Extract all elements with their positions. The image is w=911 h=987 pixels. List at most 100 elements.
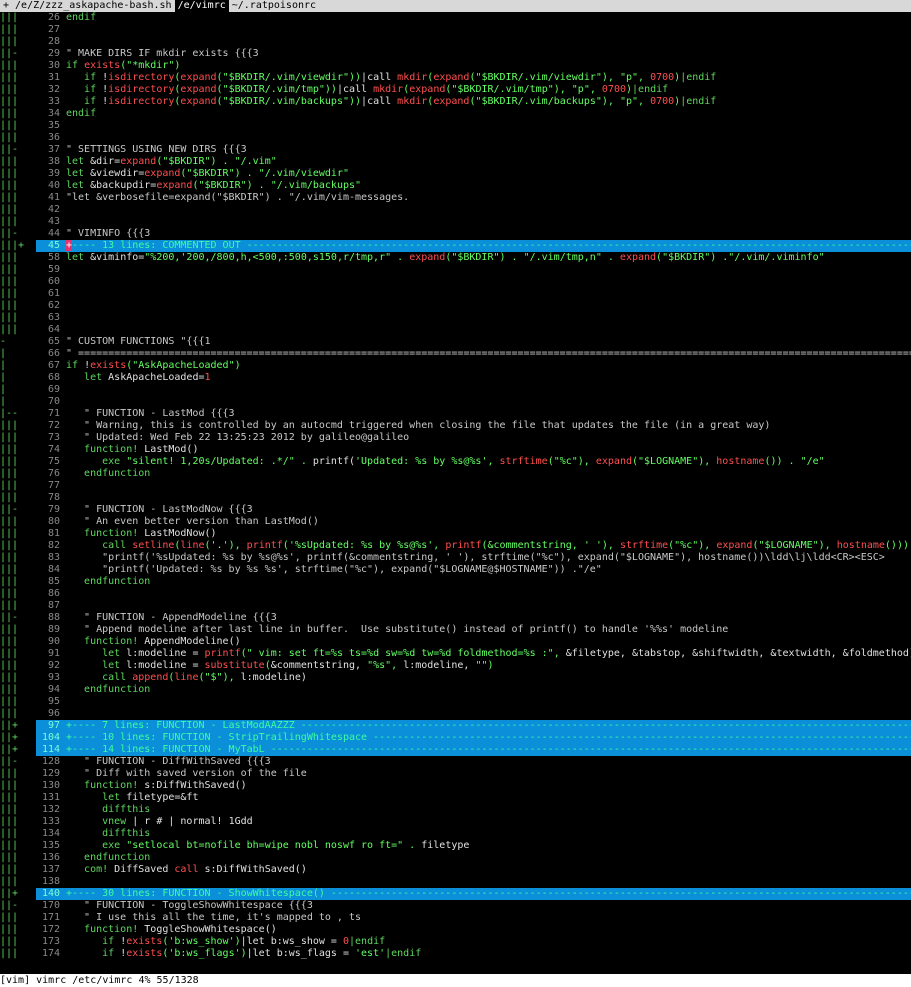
code-line[interactable]: ||| 174 if !exists('b:ws_flags')|let b:ws… — [0, 948, 911, 960]
line-text: function! AppendModeline() — [66, 636, 911, 648]
code-line[interactable]: ||| 138 — [0, 876, 911, 888]
code-line[interactable]: ||| 59 — [0, 264, 911, 276]
code-line[interactable]: ||| 28 — [0, 36, 911, 48]
code-line[interactable]: ||| 36 — [0, 132, 911, 144]
code-line[interactable]: ||| 75 exe "silent! 1,20s/Updated: .*/" .… — [0, 456, 911, 468]
code-token: call — [66, 540, 133, 551]
code-line[interactable]: ||| 135 exe "setlocal bt=nofile bh=wipe n… — [0, 840, 911, 852]
code-line[interactable]: ||- 79 " FUNCTION - LastModNow {{{3 — [0, 504, 911, 516]
code-line[interactable]: ||| 80 " An even better version than Last… — [0, 516, 911, 528]
code-line[interactable]: ||| 42 — [0, 204, 911, 216]
code-line[interactable]: ||| 40 let &backupdir=expand("$BKDIR") . "… — [0, 180, 911, 192]
code-line[interactable]: ||| 129 " Diff with saved version of the … — [0, 768, 911, 780]
code-line[interactable]: |-- 71 " FUNCTION - LastMod {{{3 — [0, 408, 911, 420]
code-line[interactable]: ||| 81 function! LastModNow() — [0, 528, 911, 540]
code-line[interactable]: ||| 133 vnew | r # | normal! 1Gdd — [0, 816, 911, 828]
fold-line[interactable]: ||+ 114 +---- 14 lines: FUNCTION - MyTabL … — [0, 744, 911, 756]
code-line[interactable]: ||| 136 endfunction — [0, 852, 911, 864]
code-line[interactable]: ||| 130 function! s:DiffWithSaved() — [0, 780, 911, 792]
code-line[interactable]: ||| 63 — [0, 312, 911, 324]
code-line[interactable]: ||| 60 — [0, 276, 911, 288]
code-line[interactable]: ||- 44 " VIMINFO {{{3 — [0, 228, 911, 240]
code-token: hostname — [716, 456, 765, 467]
line-text: " FUNCTION - LastMod {{{3 — [66, 408, 911, 420]
code-line[interactable]: ||| 27 — [0, 24, 911, 36]
code-line[interactable]: ||| 78 — [0, 492, 911, 504]
code-token: "printf('%sUpdated: %s by %s@%s', printf… — [66, 552, 885, 563]
code-line[interactable]: ||| 137 com! DiffSaved call s:DiffWithSav… — [0, 864, 911, 876]
code-token: if — [66, 60, 85, 71]
code-line[interactable]: ||| 82 call setline(line('.'), printf('%s… — [0, 540, 911, 552]
code-line[interactable]: ||| 83 "printf('%sUpdated: %s by %s@%s', … — [0, 552, 911, 564]
code-line[interactable]: ||| 32 if !isdirectory(expand("$BKDIR/.vi… — [0, 84, 911, 96]
tab-1[interactable]: /e/vimrc — [174, 0, 229, 12]
code-line[interactable]: ||| 31 if !isdirectory(expand("$BKDIR/.vi… — [0, 72, 911, 84]
fold-column: ||| — [0, 588, 19, 599]
code-line[interactable]: ||- 37 " SETTINGS USING NEW DIRS {{{3 — [0, 144, 911, 156]
code-line[interactable]: | 69 — [0, 384, 911, 396]
code-line[interactable]: ||| 33 if !isdirectory(expand("$BKDIR/.vi… — [0, 96, 911, 108]
code-line[interactable]: ||| 85 endfunction — [0, 576, 911, 588]
fold-column: ||| — [0, 768, 19, 779]
code-line[interactable]: ||| 64 — [0, 324, 911, 336]
code-line[interactable]: ||| 58 let &viminfo="%200,'200,/800,h,<500… — [0, 252, 911, 264]
code-token: setline — [132, 540, 175, 551]
line-number: 129 — [41, 768, 60, 779]
code-line[interactable]: ||| 91 let l:modeline = printf(" vim: set… — [0, 648, 911, 660]
code-line[interactable]: ||| 26 endif — [0, 12, 911, 24]
code-line[interactable]: ||| 34 endif — [0, 108, 911, 120]
code-line[interactable]: ||| 41 "let &verbosefile=expand("$BKDIR") … — [0, 192, 911, 204]
line-number: 72 — [47, 420, 60, 431]
code-token: (&commentstring, ' '), — [481, 540, 620, 551]
code-line[interactable]: ||| 77 — [0, 480, 911, 492]
fold-column: | — [0, 360, 7, 371]
fold-line[interactable]: |||+ 45 +---- 13 lines: COMMENTED OUT ----… — [0, 240, 911, 252]
code-line[interactable]: | 70 — [0, 396, 911, 408]
code-line[interactable]: ||| 173 if !exists('b:ws_show')|let b:ws_… — [0, 936, 911, 948]
code-line[interactable]: ||| 134 diffthis — [0, 828, 911, 840]
code-line[interactable]: ||| 39 let &viewdir=expand("$BKDIR") . "/.… — [0, 168, 911, 180]
editor-buffer[interactable]: ||| 26 endif ||| 27 ||| 28 ||- 29 " MAKE DIRS IF … — [0, 12, 911, 974]
code-line[interactable]: | 67 if !exists("AskApacheLoaded") — [0, 360, 911, 372]
code-line[interactable]: ||| 30 if exists("*mkdir") — [0, 60, 911, 72]
code-line[interactable]: ||| 72 " Warning, this is controlled by a… — [0, 420, 911, 432]
code-token: filetype=&ft — [126, 792, 199, 803]
code-line[interactable]: ||- 29 " MAKE DIRS IF mkdir exists {{{3 — [0, 48, 911, 60]
code-line[interactable]: ||| 89 " Append modeline after last line … — [0, 624, 911, 636]
tab-2[interactable]: ~/.ratpoisonrc — [228, 0, 320, 12]
code-line[interactable]: ||| 61 — [0, 288, 911, 300]
code-line[interactable]: ||- 170 " FUNCTION - ToggleShowWhitespace… — [0, 900, 911, 912]
code-line[interactable]: ||| 38 let &dir=expand("$BKDIR") . "/.vim" — [0, 156, 911, 168]
code-line[interactable]: ||| 84 "printf('Updated: %s by %s %s', st… — [0, 564, 911, 576]
code-line[interactable]: ||| 172 function! ToggleShowWhitespace() — [0, 924, 911, 936]
code-line[interactable]: ||| 74 function! LastMod() — [0, 444, 911, 456]
code-line[interactable]: ||| 171 " I use this all the time, it's m… — [0, 912, 911, 924]
code-line[interactable]: ||| 62 — [0, 300, 911, 312]
fold-line[interactable]: ||+ 104 +---- 10 lines: FUNCTION - StripTr… — [0, 732, 911, 744]
code-line[interactable]: ||| 94 endfunction — [0, 684, 911, 696]
code-token: +---- 10 lines: FUNCTION - StripTrailing… — [66, 732, 911, 743]
code-line[interactable]: - 65 " CUSTOM FUNCTIONS "{{{1 — [0, 336, 911, 348]
code-line[interactable]: ||| 93 call append(line("$"), l:modeline) — [0, 672, 911, 684]
code-line[interactable]: ||| 90 function! AppendModeline() — [0, 636, 911, 648]
code-line[interactable]: | 68 let AskApacheLoaded=1 — [0, 372, 911, 384]
fold-line[interactable]: ||+ 140 +---- 30 lines: FUNCTION - ShowWhi… — [0, 888, 911, 900]
code-line[interactable]: ||| 132 diffthis — [0, 804, 911, 816]
code-line[interactable]: ||| 86 — [0, 588, 911, 600]
code-line[interactable]: ||| 87 — [0, 600, 911, 612]
fold-column: ||| — [0, 12, 19, 23]
code-line[interactable]: ||| 131 let filetype=&ft — [0, 792, 911, 804]
code-line[interactable]: ||| 43 — [0, 216, 911, 228]
code-line[interactable]: | 66 " ===================================… — [0, 348, 911, 360]
code-line[interactable]: ||| 76 endfunction — [0, 468, 911, 480]
tab-0[interactable]: + /e/Z/zzz_askapache-bash.sh — [0, 0, 175, 12]
code-line[interactable]: ||| 73 " Updated: Wed Feb 22 13:25:23 201… — [0, 432, 911, 444]
code-token: " Warning, this is controlled by an auto… — [66, 420, 771, 431]
code-line[interactable]: ||| 96 — [0, 708, 911, 720]
code-line[interactable]: ||| 35 — [0, 120, 911, 132]
code-line[interactable]: ||- 88 " FUNCTION - AppendModeline {{{3 — [0, 612, 911, 624]
fold-line[interactable]: ||+ 97 +---- 7 lines: FUNCTION - LastModAA… — [0, 720, 911, 732]
code-line[interactable]: ||| 95 — [0, 696, 911, 708]
code-line[interactable]: ||- 128 " FUNCTION - DiffWithSaved {{{3 — [0, 756, 911, 768]
code-line[interactable]: ||| 92 let l:modeline = substitute(&comme… — [0, 660, 911, 672]
